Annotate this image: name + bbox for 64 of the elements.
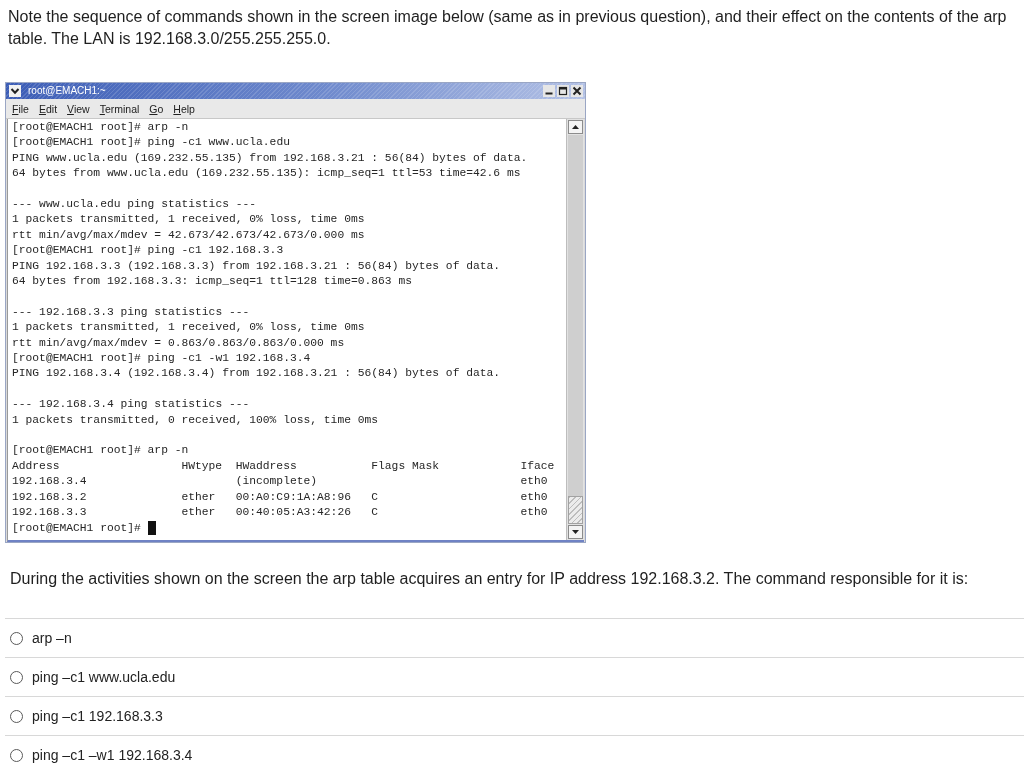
column-header: HWaddress [235, 458, 297, 474]
terminal-line: PING 192.168.3.3 (192.168.3.3) from 192.168.3.21 : 56(84) bytes of data. [12, 258, 501, 274]
terminal-line: rtt min/avg/max/mdev = 42.673/42.673/42.673/0.000 ms [12, 227, 365, 243]
terminal-line: 1 packets transmitted, 1 received, 0% loss, time 0ms [12, 320, 365, 336]
column-header: HWtype [181, 458, 223, 474]
table-cell: C [371, 505, 379, 521]
terminal-line: [root@EMACH1 root]# ping -c1 www.ucla.edu [12, 135, 290, 151]
terminal-line: [root@EMACH1 root]# [12, 520, 141, 536]
menu-item[interactable]: Edit [38, 101, 58, 116]
table-cell-text: 00:A0:C9:1A:A8:96 [235, 489, 351, 505]
terminal-line: [root@EMACH1 root]# ping -c1 -w1 192.168.3.4 [12, 351, 311, 367]
column-header: Iface [520, 458, 555, 474]
table-cell: 00:40:05:A3:42:26 [235, 505, 351, 521]
option-label: ping –c1 192.168.3.3 [32, 708, 163, 724]
option-label: ping –c1 www.ucla.edu [32, 669, 176, 685]
minimize-icon[interactable] [543, 85, 555, 97]
table-cell-text: C [371, 489, 379, 505]
terminal-line: 1 packets transmitted, 0 received, 100% loss, time 0ms [12, 412, 379, 428]
table-cell: 192.168.3.3 [12, 505, 87, 521]
terminal-line: 64 bytes from www.ucla.edu (169.232.55.135): icmp_seq=1 ttl=53 time=42.6 ms [12, 166, 521, 182]
scroll-down-button[interactable] [568, 525, 583, 539]
window-title: root@EMACH1:~ [28, 84, 107, 98]
table-cell: (incomplete) [235, 474, 318, 490]
menu-item[interactable]: Terminal [99, 101, 140, 116]
table-cell-text: eth0 [520, 489, 548, 505]
table-cell-text: ether [181, 489, 216, 505]
radio-button[interactable] [10, 631, 23, 645]
menu-item[interactable]: Help [173, 101, 195, 116]
table-cell: 192.168.3.4 [12, 474, 87, 490]
radio-button[interactable] [10, 709, 23, 723]
terminal-line: [root@EMACH1 root]# arp -n [12, 443, 189, 459]
text-cursor [147, 521, 156, 536]
up-caret-icon [572, 125, 579, 129]
option-label: ping –c1 –w1 192.168.3.4 [32, 747, 193, 763]
terminal-line: --- 192.168.3.3 ping statistics --- [12, 304, 250, 320]
table-cell: eth0 [520, 505, 548, 521]
scrollbar-thumb[interactable] [568, 496, 583, 524]
menu-item[interactable]: View [67, 101, 90, 116]
intro-text: Note the sequence of commands shown in the screen image below (same as in previous question), and their effect on the contents of the arp table. The LAN is 192.168.3.0/255.255.255.0. [7, 7, 1008, 49]
column-header: Address [12, 458, 60, 474]
table-cell: eth0 [520, 474, 548, 490]
table-cell-text: 192.168.3.2 [12, 489, 87, 505]
option-label: arp –n [32, 630, 72, 646]
terminal-line: 1 packets transmitted, 1 received, 0% loss, time 0ms [12, 212, 365, 228]
table-cell: ether [181, 505, 216, 521]
terminal-line: [root@EMACH1 root]# arp -n [12, 120, 189, 135]
terminal-line: 64 bytes from 192.168.3.3: icmp_seq=1 ttl=128 time=0.863 ms [12, 274, 412, 290]
scroll-up-button[interactable] [568, 120, 583, 134]
terminal-line: --- www.ucla.edu ping statistics --- [12, 197, 257, 212]
terminal-line: PING 192.168.3.4 (192.168.3.4) from 192.168.3.21 : 56(84) bytes of data. [12, 366, 501, 382]
chevron-icon[interactable] [9, 85, 21, 97]
radio-button[interactable] [10, 748, 23, 762]
maximize-icon[interactable] [557, 85, 569, 97]
terminal-line: rtt min/avg/max/mdev = 0.863/0.863/0.863/0.000 ms [12, 335, 345, 351]
menu-item[interactable]: Go [149, 101, 164, 116]
column-header: Flags Mask [371, 458, 440, 474]
close-icon[interactable] [571, 85, 583, 97]
menu-item[interactable]: File [12, 101, 29, 116]
terminal-line: --- 192.168.3.4 ping statistics --- [12, 397, 250, 413]
question-text: During the activities shown on the screen the arp table acquires an entry for IP address 192.168.3.2. The command responsible for it is: [9, 569, 970, 589]
down-caret-icon [572, 530, 579, 534]
terminal-line: [root@EMACH1 root]# ping -c1 192.168.3.3 [12, 243, 284, 259]
radio-button[interactable] [10, 670, 23, 684]
terminal-line: PING www.ucla.edu (169.232.55.135) from 192.168.3.21 : 56(84) bytes of data. [12, 150, 528, 166]
